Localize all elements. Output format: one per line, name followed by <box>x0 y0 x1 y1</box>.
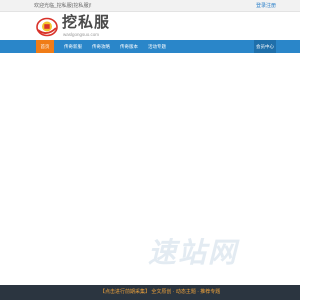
nav-item-home[interactable]: 首页 <box>36 40 54 53</box>
nav-item-new-servers[interactable]: 传奇新服 <box>60 40 86 53</box>
login-link[interactable]: 登录注册 <box>256 2 276 10</box>
logo-domain: waslgongsuo.com <box>63 32 100 37</box>
nav-item-versions[interactable]: 传奇版本 <box>116 40 142 53</box>
top-bar: 欢迎光临_挖私服(挖私服)! 登录注册 <box>0 0 300 12</box>
footer-bar: 【点击进行前期采集】 全文原创 · 动态主题 · 推荐专题 <box>0 285 300 300</box>
watermark-text: 速站网 <box>148 237 239 268</box>
watermark: 速站网 <box>148 237 268 271</box>
logo-emblem-icon <box>36 17 58 37</box>
footer-promo-link[interactable]: 【点击进行前期采集】 全文原创 · 动态主题 · 推荐专题 <box>100 289 220 296</box>
main-nav: 首页 传奇新服 传奇攻略 传奇版本 活动专题 会员中心 <box>0 40 300 53</box>
logo-title: 挖私服 <box>62 14 111 31</box>
member-center-button[interactable]: 会员中心 <box>254 40 276 53</box>
nav-item-events[interactable]: 活动专题 <box>144 40 170 53</box>
nav-item-guides[interactable]: 传奇攻略 <box>88 40 114 53</box>
site-logo[interactable]: 挖私服 waslgongsuo.com <box>36 14 156 40</box>
welcome-text: 欢迎光临_挖私服(挖私服)! <box>34 3 92 9</box>
